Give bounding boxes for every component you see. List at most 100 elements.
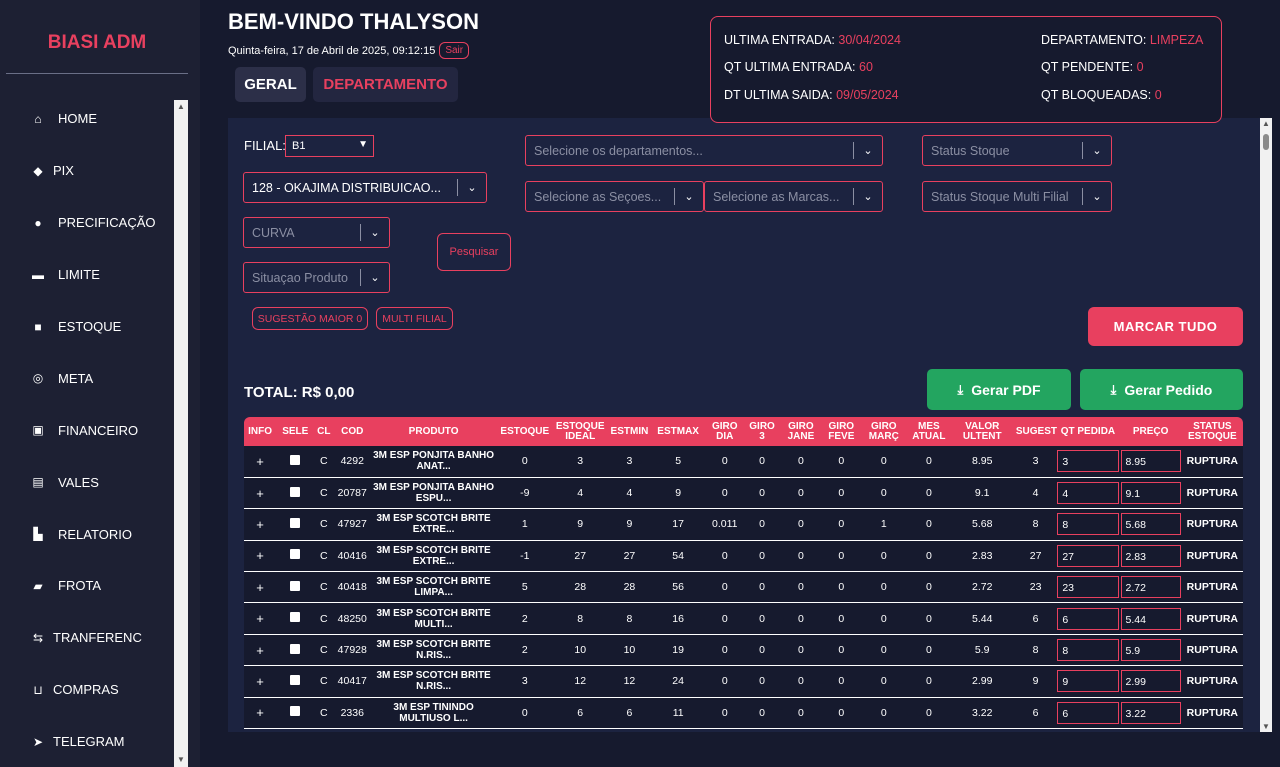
sidebar-item-compras[interactable]: ⊔ COMPRAS (0, 664, 174, 716)
marcar-tudo-button[interactable]: MARCAR TUDO (1088, 307, 1243, 346)
marcas-select[interactable]: Selecione as Marcas... ⌄ (704, 181, 883, 212)
sidebar-item-telegram[interactable]: ➤ TELEGRAM (0, 716, 174, 767)
scroll-down-icon[interactable]: ▼ (1261, 722, 1271, 731)
sugestao-button[interactable]: SUGESTÃO MAIOR 0 (252, 307, 368, 330)
sidebar-scrollbar[interactable]: ▲ ▼ (174, 100, 188, 767)
preco-input[interactable]: 2.72 (1120, 576, 1181, 599)
sidebar-item-home[interactable]: ⌂ HOME (0, 93, 174, 145)
multi-filial-button[interactable]: MULTI FILIAL (376, 307, 453, 330)
panel-scrollbar[interactable]: ▲ ▼ (1260, 118, 1272, 732)
expand-row-button[interactable]: + (244, 602, 277, 635)
preco-input[interactable]: 2.99 (1120, 670, 1181, 693)
sidebar-item-precificacao[interactable]: ● PRECIFICAÇÃO (0, 197, 174, 249)
qt-pedida-input[interactable]: 4 (1057, 482, 1119, 505)
row-checkbox[interactable] (290, 706, 301, 717)
expand-row-button[interactable]: + (244, 571, 277, 604)
row-checkbox[interactable] (290, 674, 301, 685)
preco-input[interactable]: 2.83 (1120, 544, 1181, 567)
produto-cell: 3M ESP TININDO MULTIUSO L... (371, 697, 496, 730)
preco-input[interactable]: 3.22 (1120, 701, 1181, 724)
qt-pedida-input[interactable]: 8 (1057, 639, 1119, 662)
cod-cell: 40417 (333, 665, 372, 698)
ideal-cell: 4 (553, 477, 607, 510)
sidebar-item-frota[interactable]: ▰ FROTA (0, 560, 174, 612)
tab-geral[interactable]: GERAL (235, 67, 306, 102)
qt-pedida-input[interactable]: 23 (1057, 576, 1119, 599)
sidebar-item-label: META (58, 370, 94, 386)
row-checkbox[interactable] (290, 612, 301, 623)
row-checkbox[interactable] (290, 549, 301, 560)
preco-input[interactable]: 5.68 (1120, 513, 1181, 536)
filial-select[interactable]: B1 ▼ (285, 135, 374, 157)
giro3-cell: 0 (745, 446, 779, 478)
expand-row-button[interactable]: + (244, 697, 277, 730)
situacao-select[interactable]: Situaçao Produto ⌄ (243, 262, 390, 293)
pesquisar-button[interactable]: Pesquisar (437, 233, 511, 271)
logout-button[interactable]: Sair (439, 42, 470, 59)
tab-departamento[interactable]: DEPARTAMENTO (313, 67, 458, 102)
sidebar-item-label: ESTOQUE (58, 319, 122, 334)
expand-row-button[interactable]: + (244, 446, 277, 478)
row-checkbox[interactable] (290, 517, 301, 528)
status-multi-filial-select[interactable]: Status Stoque Multi Filial ⌄ (922, 181, 1112, 212)
giro_dia-cell: 0 (704, 446, 746, 478)
status-estoque-select[interactable]: Status Stoque ⌄ (922, 135, 1112, 166)
sidebar-item-label: COMPRAS (53, 682, 119, 698)
ideal-cell: 9 (553, 508, 607, 541)
qt-pedida-input[interactable]: 27 (1057, 544, 1119, 567)
preco-input[interactable]: 5.9 (1120, 639, 1181, 662)
table-body: + C 4292 3M ESP PONJITA BANHO ANAT... 0 3 3 5 0 0… (244, 446, 1243, 730)
produto-cell: 3M ESP SCOTCH BRITE EXTRE... (371, 540, 496, 573)
scroll-down-icon[interactable]: ▼ (176, 755, 186, 765)
jane-cell: 0 (778, 571, 824, 604)
sidebar-item-pix[interactable]: ◆ PIX (0, 145, 174, 197)
preco-input[interactable]: 8.95 (1120, 450, 1181, 473)
sidebar-item-relatorio[interactable]: ▙ RELATORIO (0, 508, 174, 560)
expand-row-button[interactable]: + (244, 634, 277, 667)
sidebar-item-limite[interactable]: ▬ LIMITE (0, 249, 174, 301)
column-header: GIRO JANE (778, 417, 824, 446)
preco-input[interactable]: 5.44 (1120, 607, 1181, 630)
status-cell: RUPTURA (1181, 697, 1243, 730)
expand-row-button[interactable]: + (244, 477, 277, 510)
row-checkbox[interactable] (290, 486, 301, 497)
scroll-thumb[interactable] (1263, 134, 1269, 150)
curva-select[interactable]: CURVA ⌄ (243, 217, 390, 248)
marc-cell: 0 (859, 602, 909, 635)
sidebar-item-vales[interactable]: ▤ VALES (0, 456, 174, 508)
expand-row-button[interactable]: + (244, 540, 277, 573)
sidebar: BIASI ADM ⌂ HOME ◆ PIX ● PRECIFICAÇÃO ▬ LIMITE ■… (0, 0, 200, 767)
marc-cell: 0 (859, 571, 909, 604)
gerar-pedido-button[interactable]: ⤓ Gerar Pedido (1080, 369, 1243, 410)
sidebar-item-meta[interactable]: ◎ META (0, 352, 174, 404)
scroll-up-icon[interactable]: ▲ (1261, 119, 1271, 128)
qt-pedida-input[interactable]: 9 (1057, 670, 1119, 693)
qt-bloqueadas-value: 0 (1154, 88, 1162, 102)
preco-cell: 2.99 (1119, 665, 1182, 698)
sidebar-item-estoque[interactable]: ■ ESTOQUE (0, 301, 174, 353)
expand-row-button[interactable]: + (244, 665, 277, 698)
expand-row-button[interactable]: + (244, 508, 277, 541)
scroll-up-icon[interactable]: ▲ (176, 102, 186, 112)
table-row: + C 48250 3M ESP SCOTCH BRITE MULTI... 2 8 8 16… (244, 602, 1243, 635)
fornecedor-select[interactable]: 128 - OKAJIMA DISTRIBUICAO... ⌄ (243, 172, 487, 203)
departamentos-select[interactable]: Selecione os departamentos... ⌄ (525, 135, 883, 166)
gerar-pdf-button[interactable]: ⤓ Gerar PDF (927, 369, 1071, 410)
secoes-select[interactable]: Selecione as Seçoes... ⌄ (525, 181, 704, 212)
estmax-cell: 17 (652, 508, 705, 541)
credit-card-icon: ▬ (32, 267, 44, 282)
qt-pedida-input[interactable]: 6 (1057, 701, 1119, 724)
qt-pedida-input[interactable]: 8 (1057, 513, 1119, 536)
sidebar-item-financeiro[interactable]: ▣ FINANCEIRO (0, 404, 174, 456)
dt-ultima-saida-label: DT ULTIMA SAIDA: (724, 88, 833, 102)
produto-cell: 3M ESP SCOTCH BRITE N.RIS... (371, 665, 496, 698)
row-checkbox[interactable] (290, 643, 301, 654)
chevron-down-icon: ⌄ (863, 191, 873, 203)
sidebar-item-tranferenc[interactable]: ⇆ TRANFERENC (0, 612, 174, 664)
qt-pedida-input[interactable]: 3 (1057, 450, 1119, 473)
valor-cell: 8.95 (949, 446, 1015, 478)
qt-pedida-input[interactable]: 6 (1057, 607, 1119, 630)
row-checkbox[interactable] (290, 580, 301, 591)
row-checkbox[interactable] (290, 454, 301, 465)
preco-input[interactable]: 9.1 (1120, 482, 1181, 505)
